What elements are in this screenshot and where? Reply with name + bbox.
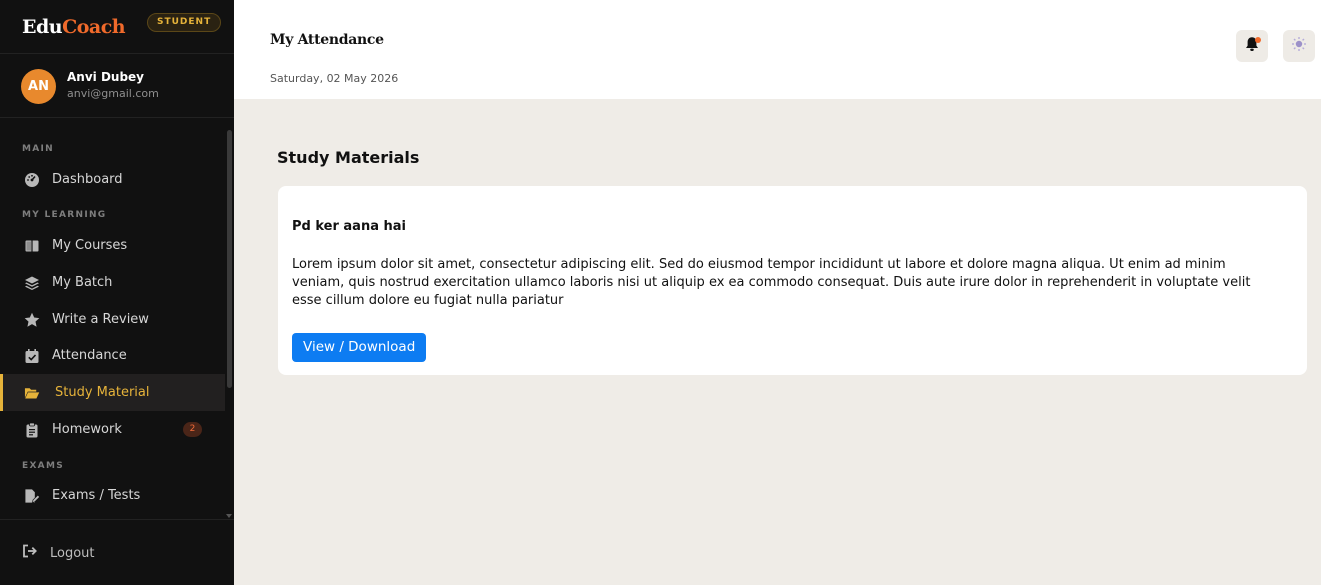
sidebar: EduCoach STUDENT AN Anvi Dubey anvi@gmai… bbox=[0, 0, 234, 585]
calendar-check-icon bbox=[24, 348, 40, 364]
material-title: Pd ker aana hai bbox=[292, 219, 406, 234]
logout-button[interactable]: Logout bbox=[22, 544, 95, 562]
material-description: Lorem ipsum dolor sit amet, consectetur … bbox=[292, 257, 1251, 308]
homework-count-badge: 2 bbox=[183, 422, 202, 437]
sidebar-item-label: My Batch bbox=[52, 275, 113, 290]
folder-open-icon bbox=[24, 385, 40, 401]
notifications-button[interactable] bbox=[1236, 30, 1268, 62]
book-icon bbox=[24, 238, 40, 254]
view-download-button[interactable]: View / Download bbox=[292, 333, 427, 362]
nav-section-main: MAIN bbox=[22, 144, 55, 154]
scroll-down-arrow-icon[interactable] bbox=[226, 514, 232, 518]
gauge-icon bbox=[24, 172, 40, 188]
sidebar-item-label: Write a Review bbox=[52, 312, 149, 327]
role-badge: STUDENT bbox=[147, 13, 222, 32]
logout-label: Logout bbox=[50, 545, 95, 561]
study-material-card: Pd ker aana hai Lorem ipsum dolor sit am… bbox=[278, 186, 1307, 375]
sidebar-item-label: Attendance bbox=[52, 348, 127, 363]
sidebar-item-label: Homework bbox=[52, 422, 122, 437]
sidebar-item-label: Exams / Tests bbox=[52, 488, 141, 503]
sun-icon bbox=[1291, 36, 1307, 56]
avatar: AN bbox=[21, 69, 56, 104]
page-title: My Attendance bbox=[270, 32, 384, 48]
clipboard-icon bbox=[24, 422, 40, 438]
sidebar-item-attendance[interactable]: Attendance bbox=[0, 337, 225, 374]
star-icon bbox=[24, 312, 40, 328]
nav-section-exams: EXAMS bbox=[22, 461, 64, 471]
file-edit-icon bbox=[24, 488, 40, 504]
sidebar-footer: Logout bbox=[0, 519, 234, 585]
user-name: Anvi Dubey bbox=[67, 70, 144, 84]
sidebar-item-my-batch[interactable]: My Batch bbox=[0, 264, 225, 301]
sidebar-item-label: My Courses bbox=[52, 238, 128, 253]
user-profile[interactable]: AN Anvi Dubey anvi@gmail.com bbox=[0, 54, 234, 118]
sidebar-scroll-thumb[interactable] bbox=[227, 130, 232, 388]
sidebar-item-label: Study Material bbox=[55, 385, 150, 400]
sidebar-item-my-courses[interactable]: My Courses bbox=[0, 227, 225, 264]
sidebar-item-write-review[interactable]: Write a Review bbox=[0, 301, 225, 338]
top-header: My Attendance Saturday, 02 May 2026 bbox=[241, 0, 1321, 99]
brand-header: EduCoach STUDENT bbox=[0, 0, 234, 54]
page-date: Saturday, 02 May 2026 bbox=[270, 72, 399, 85]
section-title: Study Materials bbox=[277, 148, 420, 167]
header-divider bbox=[234, 0, 241, 99]
brand-logo-part1: Edu bbox=[22, 15, 63, 38]
logout-icon bbox=[22, 544, 38, 562]
sidebar-item-label: Dashboard bbox=[52, 172, 123, 187]
sidebar-nav: MAIN Dashboard MY LEARNING My Courses My… bbox=[0, 130, 234, 518]
sidebar-scrollbar[interactable] bbox=[226, 130, 232, 518]
theme-toggle-button[interactable] bbox=[1283, 30, 1315, 62]
sidebar-item-study-material[interactable]: Study Material bbox=[0, 374, 225, 411]
brand-logo-part2: Coach bbox=[62, 15, 126, 38]
user-email: anvi@gmail.com bbox=[67, 87, 159, 100]
nav-section-learning: MY LEARNING bbox=[22, 210, 107, 220]
sidebar-item-exams-tests[interactable]: Exams / Tests bbox=[0, 477, 225, 514]
sidebar-item-homework[interactable]: Homework 2 bbox=[0, 411, 225, 448]
brand-logo[interactable]: EduCoach bbox=[22, 15, 126, 38]
notification-dot bbox=[1255, 37, 1261, 43]
layers-icon bbox=[24, 275, 40, 291]
sidebar-item-dashboard[interactable]: Dashboard bbox=[0, 161, 225, 198]
